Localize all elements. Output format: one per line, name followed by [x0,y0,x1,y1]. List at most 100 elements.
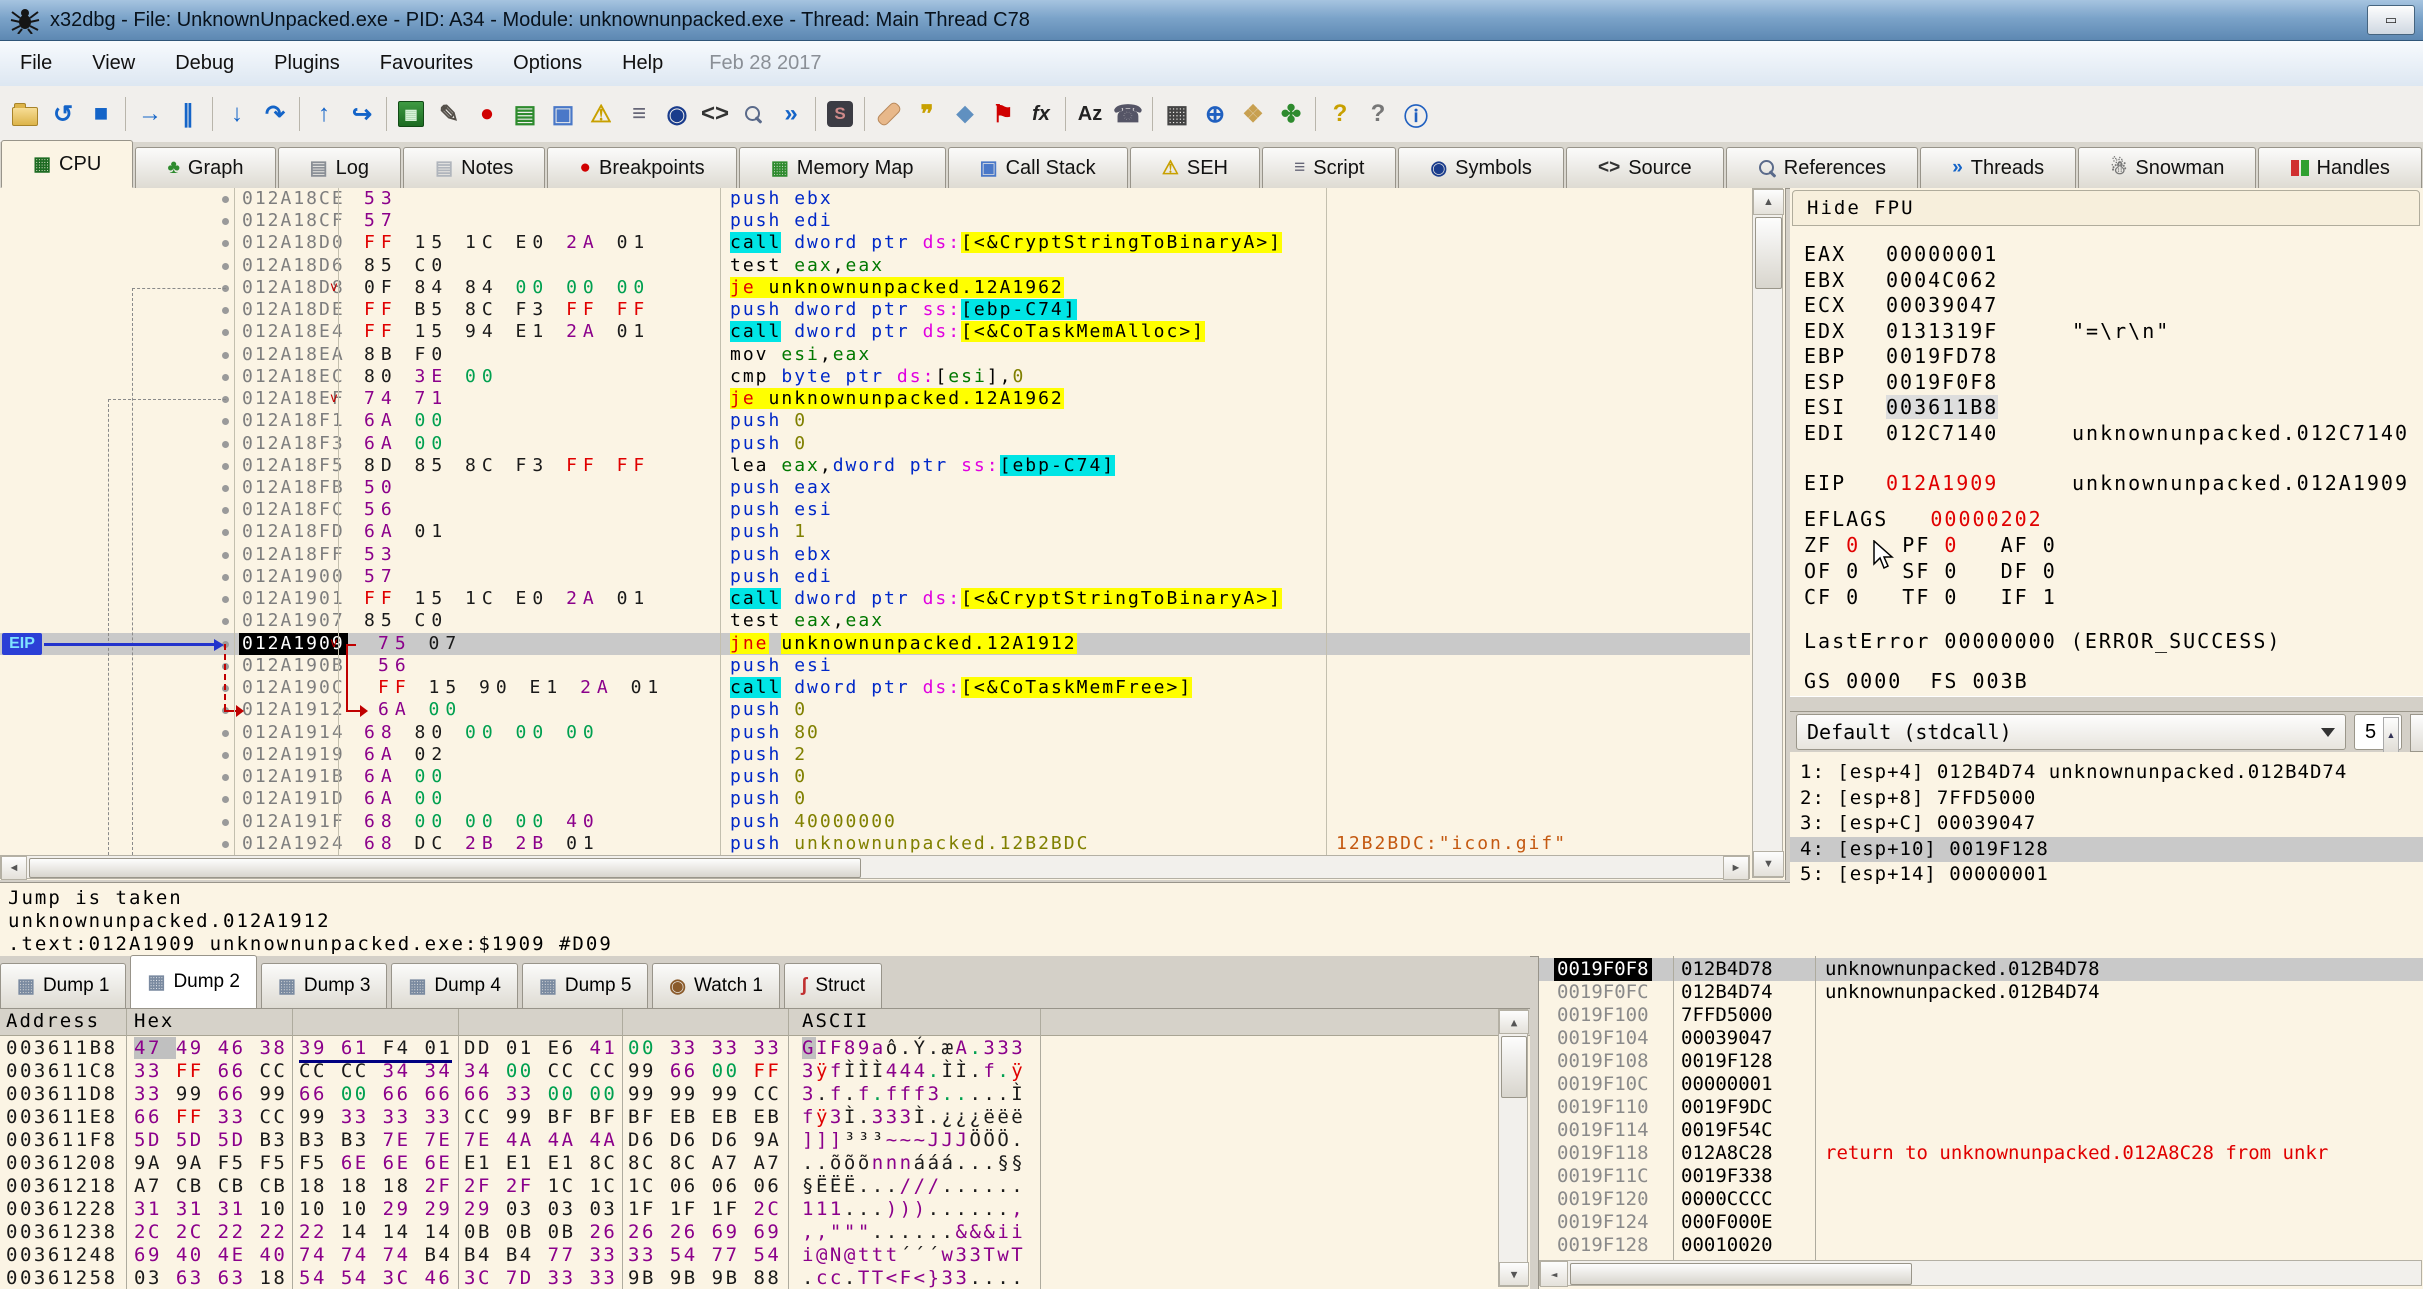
spin-up-icon[interactable]: ▲ [2383,717,2399,753]
breakpoint-dot[interactable] [222,374,229,381]
breakpoint-dot[interactable] [222,307,229,314]
menu-item-options[interactable]: Options [493,41,602,86]
disasm-row[interactable]: 012A18FF53push ebx [0,544,1750,566]
disasm-row[interactable]: 012A18F36A 00push 0 [0,433,1750,455]
tab-source[interactable]: <>Source [1566,147,1724,188]
tab-log[interactable]: ▤Log [278,147,402,188]
disasm-row[interactable]: 012A18F58D 85 8C F3 FF FFlea eax,dword p… [0,455,1750,477]
menu-item-favourites[interactable]: Favourites [360,41,493,86]
arg-count-spinner[interactable]: 5 ▲▼ [2354,714,2402,750]
step-over-icon[interactable]: ↷ [256,94,294,134]
breakpoint-dot[interactable] [222,819,229,826]
call-arg-row[interactable]: 5: [esp+14] 00000001 [1790,862,2423,887]
dump-row[interactable]: 003612382C 2C 22 2222 14 14 140B 0B 0B 2… [0,1221,1500,1244]
stack-row[interactable]: 0019F0F8012B4D78unknownunpacked.012B4D78 [1539,958,2423,981]
breakpoint-dot[interactable] [222,574,229,581]
disasm-row[interactable]: 012A191D6A 00push 0 [0,788,1750,810]
dump-row[interactable]: 003611E866 FF 33 CC99 33 33 33CC 99 BF B… [0,1106,1500,1129]
snowman-icon[interactable]: S [821,94,859,134]
disasm-row[interactable]: 012A18FB50push eax [0,477,1750,499]
tab-memory-map[interactable]: ▦Memory Map [739,147,946,188]
dump-tab-dump-3[interactable]: ▦Dump 3 [261,963,387,1008]
register-row[interactable]: EIP012A1909unknownunpacked.012A1909 [1790,471,2423,496]
dump-row[interactable]: 0036124869 40 4E 4074 74 74 B4B4 B4 77 3… [0,1244,1500,1267]
breakpoint-dot[interactable] [222,774,229,781]
dump-tab-dump-5[interactable]: ▦Dump 5 [522,963,648,1008]
disasm-row[interactable]: 012A192468 DC 2B 2B 01push unknownunpack… [0,833,1750,855]
attach-icon[interactable]: ☎ [1109,94,1147,134]
register-row[interactable]: ESI003611B8 [1790,395,2423,420]
calling-convention-select[interactable]: Default (stdcall) [1796,714,2346,750]
restart-icon[interactable]: ↺ [44,94,82,134]
stack-row[interactable]: 0019F11C0019F338 [1539,1165,2423,1188]
call-arg-row[interactable]: 3: [esp+C] 00039047 [1790,811,2423,836]
breakpoint-dot[interactable] [222,240,229,247]
disassembly-vscrollbar[interactable]: ▲ ▼ [1752,188,1783,878]
breakpoint-dot[interactable] [222,352,229,359]
hide-fpu-button[interactable]: Hide FPU [1792,190,2420,226]
register-row[interactable]: EBX0004C062 [1790,268,2423,293]
about-icon[interactable]: ⓘ [1397,94,1435,134]
scroll-thumb[interactable] [1755,217,1782,289]
dump-row[interactable]: 003612089A 9A F5 F5F5 6E 6E 6EE1 E1 E1 8… [0,1152,1500,1175]
breakpoint-dot[interactable] [222,263,229,270]
breakpoint-dot[interactable] [222,529,229,536]
cpu-icon[interactable]: ▦ [392,94,430,134]
tab-snowman[interactable]: ☃Snowman [2078,147,2256,188]
dump-tab-dump-4[interactable]: ▦Dump 4 [391,963,517,1008]
dump-row[interactable]: 0036125803 63 63 1854 54 3C 463C 7D 33 3… [0,1267,1500,1289]
stack-row[interactable]: 0019F1200000CCCC [1539,1188,2423,1211]
az-font-icon[interactable]: Az [1071,94,1109,134]
disasm-row[interactable]: 012A190B56push esi [0,655,1750,677]
dump-tab-struct[interactable]: ʃStruct [784,963,882,1008]
disasm-row[interactable]: 012A1901FF 15 1C E0 2A 01call dword ptr … [0,588,1750,610]
flags-row[interactable]: OF 0 SF 0 DF 0 [1804,559,2057,583]
breakpoint-dot[interactable] [222,418,229,425]
scroll-thumb[interactable] [1570,1263,1912,1285]
register-row[interactable]: EDX0131319F"=\r\n" [1790,319,2423,344]
scroll-up-arrow[interactable]: ▲ [1753,189,1784,215]
function-fx-icon[interactable]: fx [1022,94,1060,134]
menu-item-plugins[interactable]: Plugins [254,41,360,86]
breakpoint-dot[interactable] [222,485,229,492]
scroll-thumb[interactable] [1501,1036,1527,1098]
threads-icon[interactable]: » [772,94,810,134]
tab-seh[interactable]: ⚠SEH [1130,147,1260,188]
dump-vscrollbar[interactable]: ▲ ▼ [1498,1009,1528,1287]
source-icon[interactable]: <> [696,94,734,134]
disasm-row[interactable]: 012A191F68 00 00 00 40push 40000000 [0,811,1750,833]
breakpoint-dot[interactable] [222,596,229,603]
disasm-row[interactable]: 012A18F16A 00push 0 [0,410,1750,432]
tab-symbols[interactable]: ◉Symbols [1398,147,1563,188]
lock-button-partial[interactable] [2410,714,2423,752]
menu-item-view[interactable]: View [72,41,155,86]
register-row[interactable]: ECX00039047 [1790,293,2423,318]
disasm-row[interactable]: 012A18FC56push esi [0,499,1750,521]
call-arg-row[interactable]: 1: [esp+4] 012B4D74 unknownunpacked.012B… [1790,760,2423,785]
calculator-icon[interactable]: ▦ [1158,94,1196,134]
dump-row[interactable]: 00361218A7 CB CB CB18 18 18 2F2F 2F 1C 1… [0,1175,1500,1198]
eflags-row[interactable]: EFLAGS 00000202 [1804,507,2043,531]
stack-row[interactable]: 0019F124000F000E [1539,1211,2423,1234]
step-into-icon[interactable]: ↓ [218,94,256,134]
disasm-row[interactable]: 012A18CE53push ebx [0,188,1750,210]
pause-icon[interactable]: ∥ [169,94,207,134]
run-to-user-code-icon[interactable]: ↪ [343,94,381,134]
breakpoint-dot[interactable] [222,507,229,514]
stack-row[interactable]: 0019F0FC012B4D74unknownunpacked.012B4D74 [1539,981,2423,1004]
menu-item-file[interactable]: File [0,41,72,86]
bookmarks-icon[interactable]: ⚑ [984,94,1022,134]
stack-row[interactable]: 0019F12800010020 [1539,1234,2423,1257]
disasm-row[interactable]: 012A18D0FF 15 1C E0 2A 01call dword ptr … [0,232,1750,254]
tab-cpu[interactable]: ▦CPU [1,140,133,188]
register-row[interactable]: EDI012C7140unknownunpacked.012C7140 [1790,421,2423,446]
comments-icon[interactable]: ❞ [908,94,946,134]
memory-map-icon[interactable]: ▤ [506,94,544,134]
disasm-row[interactable]: 012A19126A 00push 0 [0,699,1750,721]
call-stack-icon[interactable]: ▣ [544,94,582,134]
seh-icon[interactable]: ⚠ [582,94,620,134]
flags-row[interactable]: CF 0 TF 0 IF 1 [1804,585,2057,609]
breakpoint-dot[interactable] [222,463,229,470]
run-icon[interactable]: → [131,94,169,134]
symbols-icon[interactable]: ◉ [658,94,696,134]
